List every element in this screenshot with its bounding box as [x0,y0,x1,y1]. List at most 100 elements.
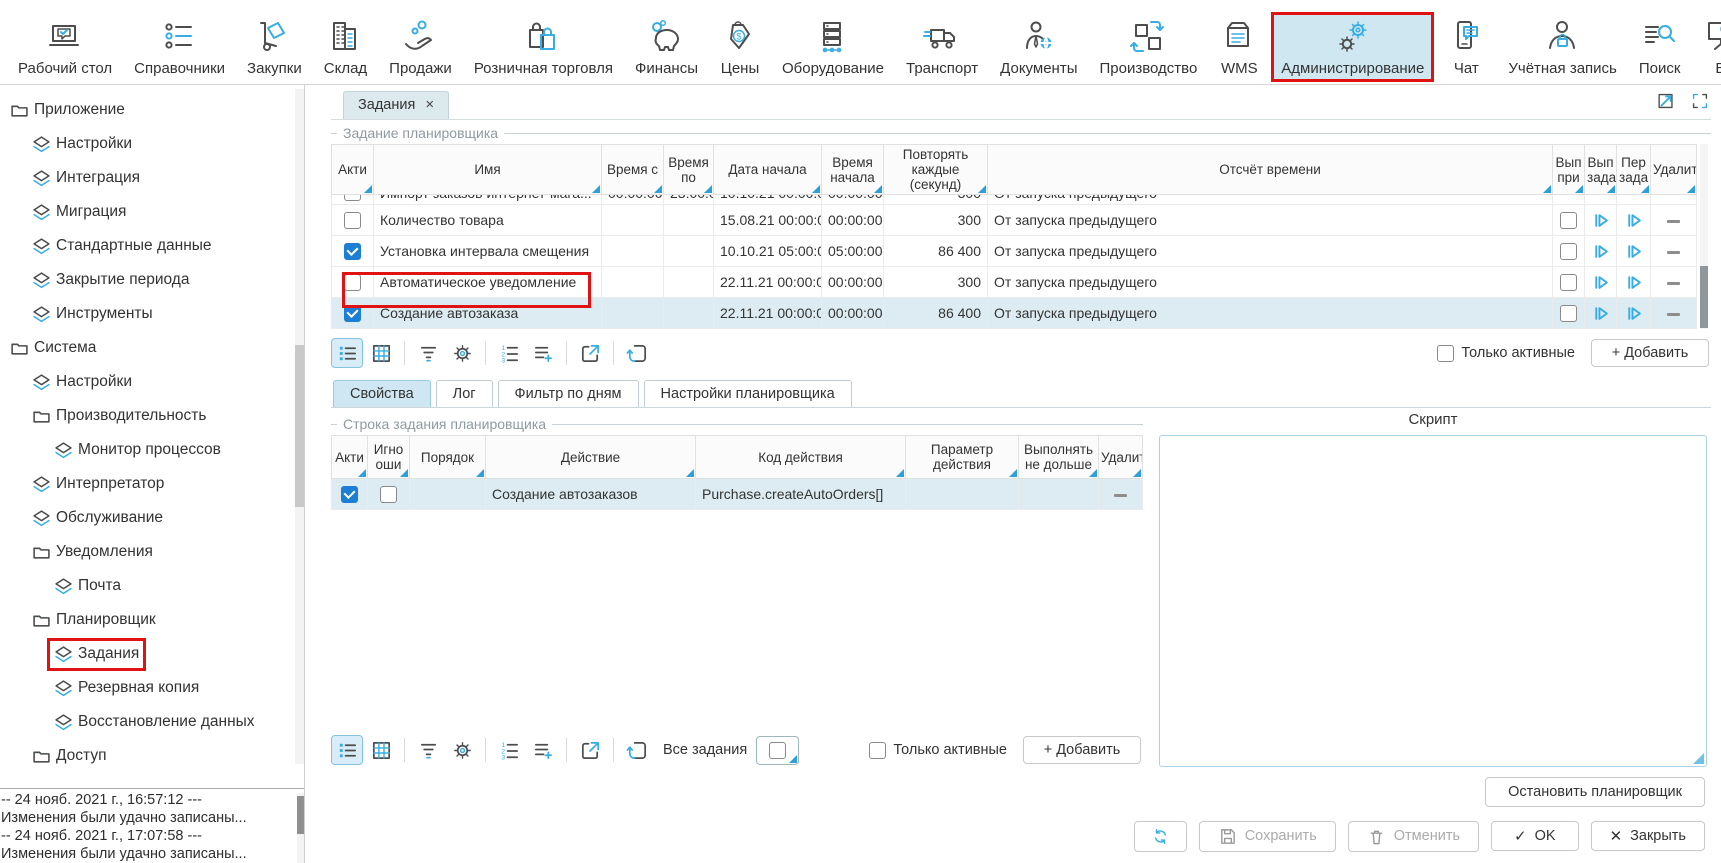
numbered-list-button[interactable]: 123 [493,338,525,368]
restart-task-icon[interactable] [1625,212,1642,229]
col-time-start[interactable]: Время начала [822,145,884,195]
col-delete[interactable]: Удалит [1099,436,1143,479]
filter-button[interactable] [412,735,444,765]
nav-item-finance[interactable]: Финансы [627,14,706,80]
task-row-selected[interactable]: Создание автозаказов Purchase.createAuto… [332,479,1143,510]
nav-item-search[interactable]: Поиск [1631,14,1689,80]
col-time-from[interactable]: Время с [602,145,664,195]
nav-item-production[interactable]: Производство [1091,14,1205,80]
tab-day-filter[interactable]: Фильтр по дням [498,380,639,407]
sidebar-item-maintenance[interactable]: Обслуживание [6,501,304,535]
all-tasks-dropdown[interactable] [756,736,799,765]
sidebar-item-settings-system[interactable]: Настройки [6,365,304,399]
filter-button[interactable] [412,338,444,368]
sidebar-item-access[interactable]: Доступ [6,739,304,773]
row-active-checkbox[interactable] [344,274,361,291]
ok-button[interactable]: ✓ OK [1491,821,1579,851]
sidebar-item-application[interactable]: Приложение [6,93,304,127]
sidebar-item-settings-app[interactable]: Настройки [6,127,304,161]
col-delete[interactable]: Удалит [1651,145,1697,195]
sidebar-item-standard-data[interactable]: Стандартные данные [6,229,304,263]
row-active-checkbox[interactable] [341,486,358,503]
fullscreen-icon[interactable] [1689,90,1711,112]
run-task-icon[interactable] [1592,243,1609,260]
numbered-list-button[interactable]: 123 [493,735,525,765]
run-at-checkbox[interactable] [1560,243,1577,260]
restart-task-icon[interactable] [1625,305,1642,322]
row-active-checkbox[interactable] [344,212,361,229]
tab-properties[interactable]: Свойства [333,380,431,407]
all-tasks-checkbox[interactable] [769,742,786,759]
sidebar-item-notifications[interactable]: Уведомления [6,535,304,569]
reload-panel-button[interactable] [621,338,653,368]
nav-item-retail[interactable]: Розничная торговля [466,14,621,80]
col-date-start[interactable]: Дата начала [714,145,822,195]
nav-item-bi[interactable]: BI [1694,14,1721,80]
sidebar-item-process-monitor[interactable]: Монитор процессов [6,433,304,467]
close-button[interactable]: ✕ Закрыть [1591,821,1705,851]
nav-item-documents[interactable]: Документы [992,14,1085,80]
col-run-task[interactable]: Вып зада [1585,145,1617,195]
nav-item-account[interactable]: Учётная запись [1500,14,1625,80]
table-scrollbar[interactable] [1700,144,1708,329]
col-max-duration[interactable]: Выполнять не дольше [1019,436,1099,479]
reload-panel-button[interactable] [621,735,653,765]
restart-task-icon[interactable] [1625,274,1642,291]
only-active-checkbox[interactable] [1437,345,1454,362]
save-button[interactable]: Сохранить [1199,821,1336,852]
col-run-at[interactable]: Вып при [1553,145,1585,195]
only-active-checkbox[interactable] [869,742,886,759]
sidebar-item-backup[interactable]: Резервная копия [6,671,304,705]
nav-item-chat[interactable]: Чат [1438,14,1494,80]
tab-tasks[interactable]: Задания × [343,91,449,119]
col-restart-task[interactable]: Пер зада [1617,145,1651,195]
settings-button[interactable] [446,735,478,765]
run-task-icon[interactable] [1592,274,1609,291]
sidebar-item-integration[interactable]: Интеграция [6,161,304,195]
sidebar-item-performance[interactable]: Производительность [6,399,304,433]
col-order[interactable]: Порядок [410,436,486,479]
list-view-button[interactable] [331,338,363,368]
ignore-errors-checkbox[interactable] [380,486,397,503]
col-ignore-errors[interactable]: Игно оши [368,436,410,479]
sidebar-item-scheduler[interactable]: Планировщик [6,603,304,637]
settings-button[interactable] [446,338,478,368]
stop-scheduler-button[interactable]: Остановить планировщик [1485,777,1705,807]
delete-row-icon[interactable] [1667,282,1680,285]
nav-item-directories[interactable]: Справочники [126,14,233,80]
col-countdown[interactable]: Отсчёт времени [988,145,1553,195]
sidebar-item-data-restore[interactable]: Восстановление данных [6,705,304,739]
sidebar-item-interpreter[interactable]: Интерпретатор [6,467,304,501]
add-line-button[interactable] [527,735,559,765]
col-active[interactable]: Акти [332,436,368,479]
nav-item-sales[interactable]: Продажи [381,14,460,80]
log-scrollbar[interactable] [297,793,304,863]
nav-item-equipment[interactable]: Оборудование [774,14,892,80]
col-action[interactable]: Действие [486,436,696,479]
table-row[interactable]: Автоматическое уведомление 22.11.21 00:0… [332,267,1697,298]
grid-view-button[interactable] [365,338,397,368]
refresh-button[interactable] [1134,821,1187,852]
run-at-checkbox[interactable] [1560,305,1577,322]
popout-icon[interactable] [1655,90,1677,112]
list-view-button[interactable] [331,735,363,765]
open-external-button[interactable] [574,735,606,765]
delete-row-icon[interactable] [1667,313,1680,316]
nav-item-purchases[interactable]: Закупки [239,14,310,80]
sidebar-item-system[interactable]: Система [6,331,304,365]
delete-row-icon[interactable] [1667,220,1680,223]
nav-item-prices[interactable]: $ Цены [712,14,768,80]
open-external-button[interactable] [574,338,606,368]
add-task-button[interactable]: + Добавить [1591,339,1709,367]
row-active-checkbox[interactable] [344,243,361,260]
nav-item-transport[interactable]: Транспорт [898,14,986,80]
sidebar-item-period-closing[interactable]: Закрытие периода [6,263,304,297]
row-active-checkbox[interactable] [344,305,361,322]
restart-task-icon[interactable] [1625,243,1642,260]
table-row-clipped[interactable]: Импорт заказов интернет-мага... 00:00:00… [332,195,1697,205]
script-editor[interactable] [1159,435,1707,767]
sidebar-item-tools[interactable]: Инструменты [6,297,304,331]
col-active[interactable]: Акти [332,145,374,195]
sidebar-scrollbar[interactable] [295,89,304,764]
only-active-filter[interactable]: Только активные [1437,345,1575,362]
